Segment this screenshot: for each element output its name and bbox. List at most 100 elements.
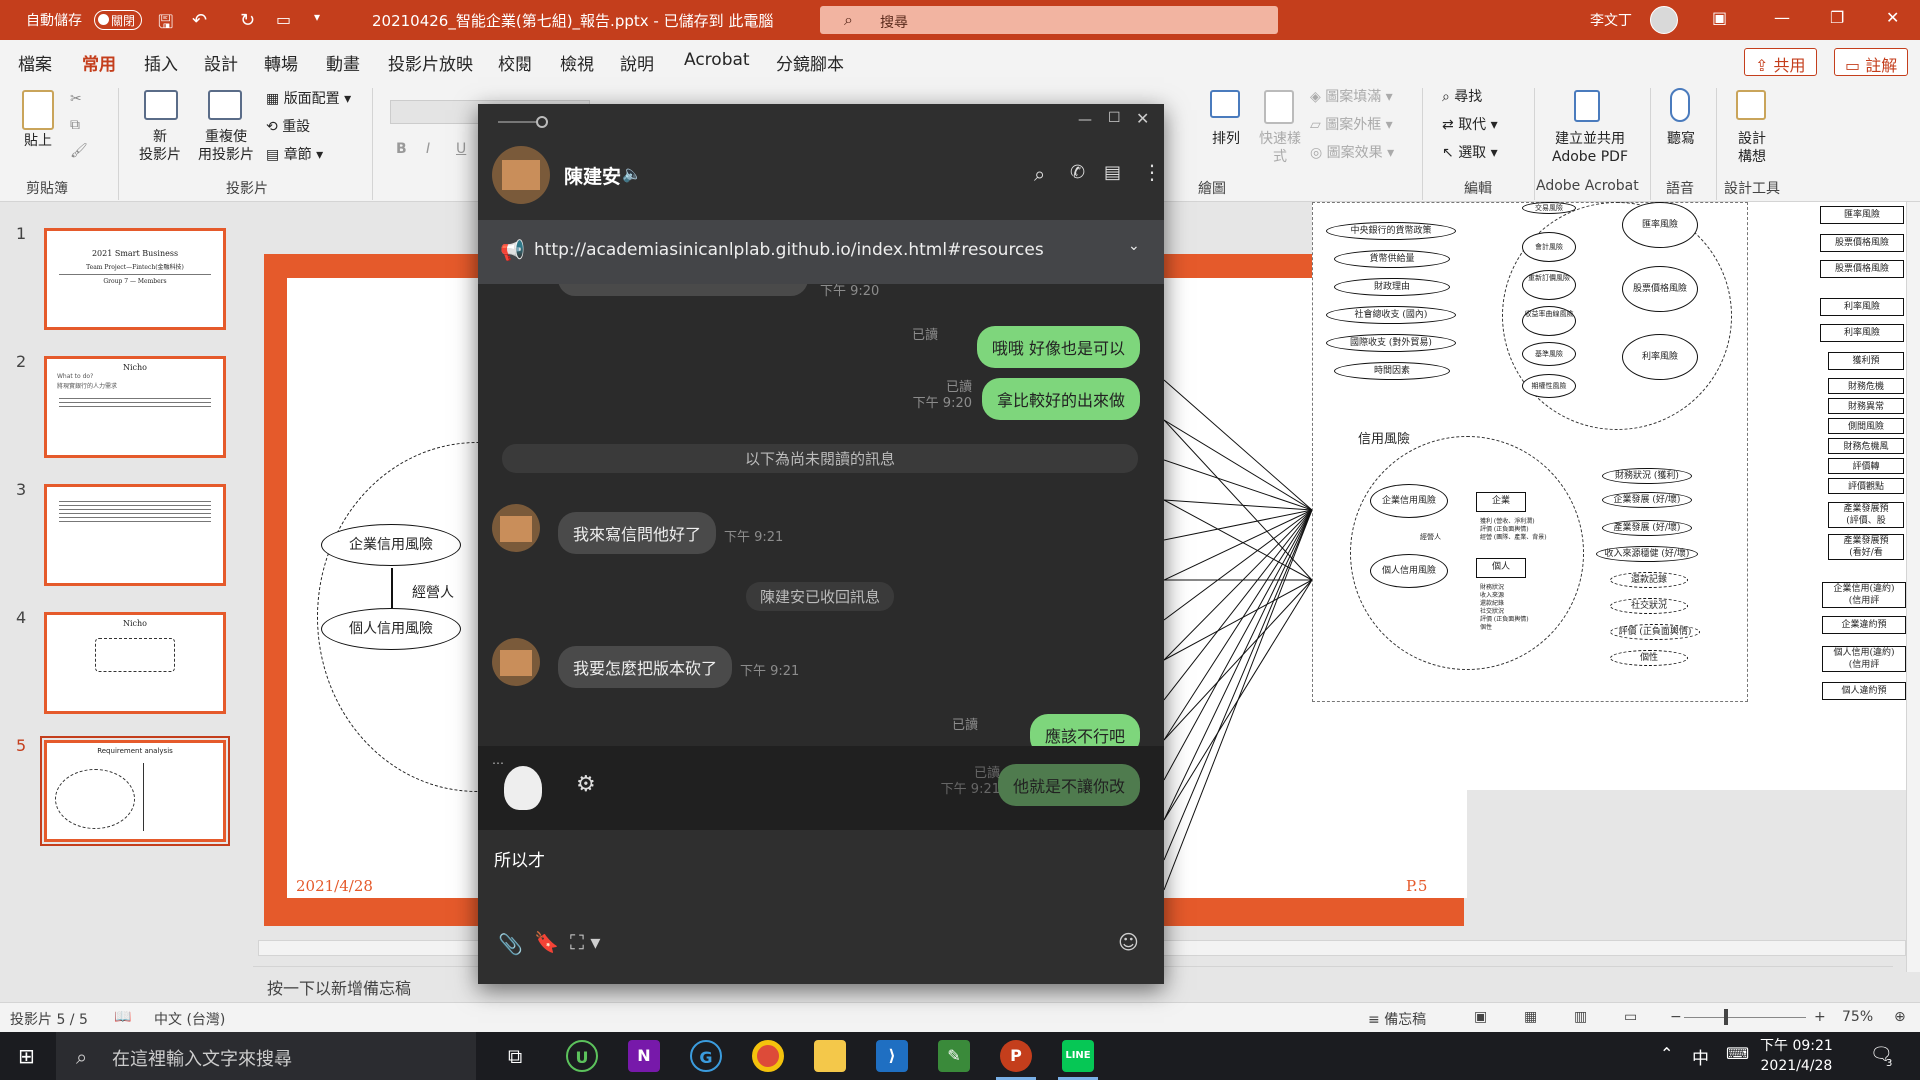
message-input[interactable]: 所以才 xyxy=(494,846,545,871)
message-bubble-sent[interactable]: 他就是不讓你改 xyxy=(997,764,1140,806)
ime-mode-icon[interactable]: ⌨ xyxy=(1726,1044,1749,1063)
app-icon-line[interactable]: LINE xyxy=(1058,1040,1098,1080)
message-bubble-sent[interactable]: 應該不行吧 xyxy=(1029,714,1140,750)
risk-node[interactable]: 重新訂價風險 xyxy=(1522,270,1576,300)
bookmark-icon[interactable]: 🔖 xyxy=(534,930,559,954)
comment-button[interactable]: ▭ 註解 xyxy=(1834,48,1909,76)
message-bubble-sent[interactable]: 拿比較好的出來做 xyxy=(981,378,1140,420)
zoom-in-icon[interactable]: + xyxy=(1814,1009,1826,1025)
node-personal-credit-risk[interactable]: 個人信用風險 xyxy=(321,608,461,650)
diagram-panel[interactable]: 中央銀行的貨幣政策 貨幣供給量 財政理由 社會總收支 (國內) 國際收支 (對外… xyxy=(1312,202,1906,790)
reset-button[interactable]: ⟲ 重設 xyxy=(266,118,310,136)
thumbnail-slide-4[interactable]: Nicho xyxy=(44,612,226,714)
risk-node[interactable]: 會計風險 xyxy=(1522,232,1576,262)
tab-review[interactable]: 校閱 xyxy=(498,50,532,75)
pin-slider[interactable] xyxy=(498,121,538,123)
risk-node[interactable]: 收益率曲線風險 xyxy=(1522,306,1576,336)
ribbon-display-icon[interactable]: ▣ xyxy=(1712,8,1727,27)
shape-outline-button[interactable]: ▱ 圖案外框 ▾ xyxy=(1310,116,1393,134)
macro-factor[interactable]: 時間因素 xyxy=(1334,362,1450,380)
outcome-box[interactable]: 獲利預 xyxy=(1828,352,1904,370)
outcome-box[interactable]: 利率風險 xyxy=(1820,324,1904,342)
line-minimize-icon[interactable]: — xyxy=(1078,112,1092,128)
line-maximize-icon[interactable]: ☐ xyxy=(1108,110,1121,126)
layout-button[interactable]: ▦ 版面配置 ▾ xyxy=(266,90,351,108)
outcome-box[interactable]: 產業發展預 (看好/看 xyxy=(1828,534,1904,560)
quick-styles-label[interactable]: 快速樣 式 xyxy=(1256,130,1304,166)
entity-box[interactable]: 企業 xyxy=(1476,492,1526,512)
outcome-box[interactable]: 企業違約預 xyxy=(1822,616,1906,634)
market-risk-node[interactable]: 股票價格風險 xyxy=(1622,266,1698,312)
message-input-area[interactable]: 所以才 📎 🔖 ⛶ ▾ ☺ xyxy=(478,830,1164,984)
market-risk-node[interactable]: 匯率風險 xyxy=(1622,202,1698,248)
app-icon-powerpoint[interactable]: P xyxy=(996,1040,1036,1080)
tab-transitions[interactable]: 轉場 xyxy=(264,50,298,75)
outcome-box[interactable]: 評價觀點 xyxy=(1828,478,1904,494)
credit-factor[interactable]: 企業發展 (好/壞) xyxy=(1602,492,1692,508)
outcome-box[interactable]: 產業發展預 (評價、股 xyxy=(1828,502,1904,528)
zoom-level[interactable]: 75% xyxy=(1842,1009,1873,1025)
reuse-slides-label[interactable]: 重複使 用投影片 xyxy=(196,128,256,164)
taskbar-search[interactable]: ⌕ 在這裡輸入文字來搜尋 xyxy=(56,1032,476,1080)
outcome-box[interactable]: 匯率風險 xyxy=(1820,206,1904,224)
paste-label[interactable]: 貼上 xyxy=(20,132,56,150)
clock[interactable]: 下午 09:21 2021/4/28 xyxy=(1760,1036,1833,1076)
message-list[interactable]: 下午 9:20 已讀 哦哦 好像也是可以 已讀 下午 9:20 拿比較好的出來做… xyxy=(478,284,1164,750)
credit-node[interactable]: 個人信用風險 xyxy=(1370,554,1448,588)
outcome-box[interactable]: 個人違約預 xyxy=(1822,682,1906,700)
app-icon-grammarly[interactable]: G xyxy=(690,1040,722,1072)
outcome-box[interactable]: 評價轉 xyxy=(1828,458,1904,474)
contact-avatar[interactable] xyxy=(492,146,550,204)
credit-factor[interactable]: 產業發展 (好/壞) xyxy=(1602,520,1692,536)
reading-view-icon[interactable]: ▥ xyxy=(1574,1009,1587,1025)
share-button[interactable]: ⇪ 共用 xyxy=(1744,48,1817,76)
tab-home[interactable]: 常用 xyxy=(82,50,116,85)
announcement-url[interactable]: http://academiasinicanlplab.github.io/in… xyxy=(534,240,1044,260)
tab-help[interactable]: 說明 xyxy=(620,50,654,75)
designer-label[interactable]: 設計 構想 xyxy=(1732,130,1772,166)
document-title[interactable]: 20210426_智能企業(第七組)_報告.pptx - 已儲存到 此電腦 xyxy=(372,10,773,31)
thumbnail-slide-5[interactable]: Requirement analysis xyxy=(40,736,230,846)
line-chat-window[interactable]: — ☐ ✕ 陳建安 🔈 ⌕ ✆ ▤ ⋮ 📢 http://academiasin… xyxy=(478,104,1164,984)
create-pdf-label[interactable]: 建立並共用 Adobe PDF xyxy=(1542,130,1638,166)
normal-view-icon[interactable]: ▣ xyxy=(1474,1009,1487,1025)
risk-node[interactable]: 交易風險 xyxy=(1522,202,1576,214)
quick-styles-icon[interactable] xyxy=(1264,90,1294,124)
user-name[interactable]: 李文丁 xyxy=(1590,10,1632,30)
app-icon-file-explorer[interactable] xyxy=(814,1040,846,1072)
replace-button[interactable]: ⇄ 取代 ▾ xyxy=(1442,116,1498,134)
app-icon-vscode[interactable]: ⟩ xyxy=(876,1040,908,1072)
outcome-box[interactable]: 利率風險 xyxy=(1820,298,1904,316)
save-icon[interactable]: 🖫 xyxy=(158,10,173,40)
present-icon[interactable]: ▭ xyxy=(276,10,291,29)
node-operator[interactable]: 經營人 xyxy=(412,582,454,602)
user-avatar[interactable] xyxy=(1650,6,1678,34)
attach-icon[interactable]: 📎 xyxy=(498,932,523,956)
paste-icon[interactable] xyxy=(22,90,54,130)
credit-node[interactable]: 經營人 xyxy=(1420,532,1441,542)
credit-factor[interactable]: 還款記錄 xyxy=(1610,572,1688,588)
tab-acrobat[interactable]: Acrobat xyxy=(684,50,750,70)
zoom-thumb[interactable] xyxy=(1724,1009,1728,1025)
customize-qat-icon[interactable]: ▾ xyxy=(314,10,320,24)
app-icon-editor[interactable]: ✎ xyxy=(938,1040,970,1072)
pin-slider-knob[interactable] xyxy=(536,116,548,128)
arrange-icon[interactable] xyxy=(1210,90,1240,118)
macro-factor[interactable]: 社會總收支 (國內) xyxy=(1326,306,1456,324)
risk-node[interactable]: 期權性風險 xyxy=(1522,374,1576,398)
credit-factor[interactable]: 評價 (正負面輿情) xyxy=(1610,624,1700,640)
more-options-icon[interactable]: ⋮ xyxy=(1142,160,1162,184)
sender-avatar[interactable] xyxy=(492,638,540,686)
copy-icon[interactable]: ⧉ xyxy=(70,116,80,134)
announcement-banner[interactable]: 📢 http://academiasinicanlplab.github.io/… xyxy=(478,220,1164,284)
shape-fill-button[interactable]: ◈ 圖案填滿 ▾ xyxy=(1310,88,1393,106)
find-button[interactable]: ⌕ 尋找 xyxy=(1442,88,1482,106)
task-view-icon[interactable]: ⧉ xyxy=(508,1044,522,1068)
market-risk-node[interactable]: 利率風險 xyxy=(1622,334,1698,380)
cut-icon[interactable]: ✂ xyxy=(70,90,82,108)
thumbnail-slide-3[interactable] xyxy=(44,484,226,586)
section-button[interactable]: ▤ 章節 ▾ xyxy=(266,146,323,164)
spell-check-icon[interactable]: 📖 xyxy=(114,1009,131,1025)
reuse-slides-icon[interactable] xyxy=(208,90,242,120)
notes-toggle[interactable]: ≡ 備忘稿 xyxy=(1368,1009,1426,1029)
